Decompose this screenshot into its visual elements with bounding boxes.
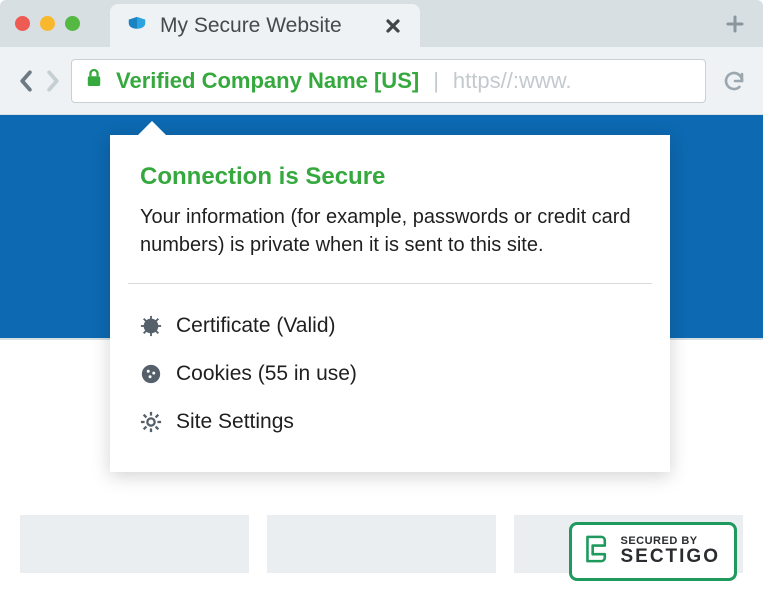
site-settings-label: Site Settings bbox=[176, 410, 294, 434]
minimize-window-icon[interactable] bbox=[40, 16, 55, 31]
gear-icon bbox=[140, 411, 162, 433]
browser-window: My Secure Website Verified Company Name … bbox=[0, 0, 763, 595]
favicon-shield-icon bbox=[126, 15, 148, 37]
site-info-popover: Connection is Secure Your information (f… bbox=[110, 135, 670, 472]
seal-bottom-label: SECTIGO bbox=[620, 547, 720, 567]
maximize-window-icon[interactable] bbox=[65, 16, 80, 31]
close-window-icon[interactable] bbox=[15, 16, 30, 31]
forward-button[interactable] bbox=[43, 70, 63, 92]
card-placeholder bbox=[267, 515, 496, 573]
toolbar: Verified Company Name [US] | https//:www… bbox=[0, 47, 763, 115]
address-separator: | bbox=[433, 68, 439, 94]
page-content: Connection is Secure Your information (f… bbox=[0, 115, 763, 595]
address-bar[interactable]: Verified Company Name [US] | https//:www… bbox=[71, 59, 706, 103]
url-preview: https//:www. bbox=[453, 68, 572, 94]
tab-title: My Secure Website bbox=[160, 14, 342, 38]
lock-icon bbox=[86, 68, 102, 93]
card-placeholder bbox=[20, 515, 249, 573]
back-button[interactable] bbox=[15, 70, 35, 92]
verified-company-label: Verified Company Name [US] bbox=[116, 68, 419, 94]
window-controls bbox=[15, 0, 80, 47]
cookies-item[interactable]: Cookies (55 in use) bbox=[140, 350, 640, 398]
certificate-item[interactable]: Certificate (Valid) bbox=[140, 302, 640, 350]
site-settings-item[interactable]: Site Settings bbox=[140, 398, 640, 446]
close-tab-icon[interactable] bbox=[384, 17, 402, 35]
titlebar: My Secure Website bbox=[0, 0, 763, 47]
popover-title: Connection is Secure bbox=[140, 163, 640, 191]
reload-button[interactable] bbox=[720, 69, 748, 93]
seal-text: SECURED BY SECTIGO bbox=[620, 536, 720, 567]
cookie-icon bbox=[140, 363, 162, 385]
new-tab-button[interactable] bbox=[725, 0, 745, 47]
browser-tab[interactable]: My Secure Website bbox=[110, 4, 420, 47]
certificate-seal-icon bbox=[140, 315, 162, 337]
divider bbox=[128, 283, 652, 284]
sectigo-seal[interactable]: SECURED BY SECTIGO bbox=[569, 522, 737, 581]
sectigo-logo-icon bbox=[584, 533, 610, 570]
popover-description: Your information (for example, passwords… bbox=[140, 203, 640, 259]
certificate-label: Certificate (Valid) bbox=[176, 314, 336, 338]
cookies-label: Cookies (55 in use) bbox=[176, 362, 357, 386]
